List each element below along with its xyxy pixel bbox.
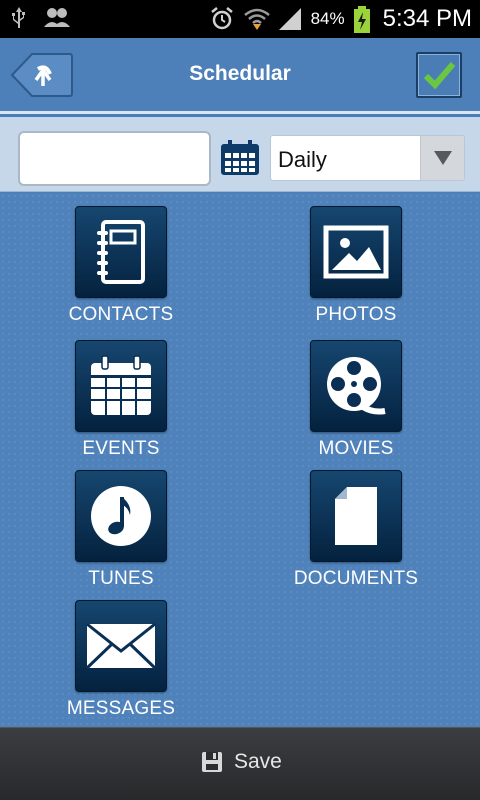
status-bar: 84% 5:34 PM (0, 0, 480, 38)
tile-label: TUNES (88, 568, 154, 589)
feature-grid: CONTACTS PHOTOS EVENTS MOVIES TUNES DOCU… (0, 193, 480, 727)
document-icon (310, 470, 402, 562)
tile-label: PHOTOS (315, 304, 397, 325)
film-reel-icon (310, 340, 402, 432)
clock: 5:34 PM (382, 5, 472, 32)
usb-icon (6, 5, 32, 31)
wifi-icon (243, 6, 270, 32)
tile-label: MESSAGES (66, 698, 176, 719)
events-calendar-icon (75, 340, 167, 432)
envelope-icon (75, 600, 167, 692)
save-label: Save (234, 750, 282, 773)
checkmark-icon (423, 62, 456, 90)
contacts-sync-icon (42, 5, 70, 31)
chevron-down-icon (434, 151, 452, 165)
page-title: Schedular (189, 62, 291, 85)
contacts-book-icon (75, 206, 167, 298)
alarm-icon (209, 6, 235, 32)
dropdown-arrow-button[interactable] (420, 136, 464, 180)
photo-icon (310, 206, 402, 298)
tile-documents[interactable]: DOCUMENTS (256, 470, 456, 590)
frequency-dropdown[interactable]: Daily (270, 135, 465, 181)
calendar-icon[interactable] (219, 139, 261, 177)
tile-label: CONTACTS (68, 304, 174, 325)
schedule-text-input[interactable] (18, 131, 211, 186)
tile-label: MOVIES (318, 438, 394, 459)
tile-messages[interactable]: MESSAGES (21, 600, 221, 720)
tile-label: EVENTS (82, 438, 160, 459)
app-header: Schedular (0, 38, 480, 114)
filter-bar: Daily (0, 117, 480, 192)
bottom-action-bar: Save (0, 727, 480, 800)
tile-tunes[interactable]: TUNES (21, 470, 221, 590)
frequency-selected-value: Daily (278, 147, 327, 172)
battery-percent: 84% (310, 9, 345, 28)
tile-events[interactable]: EVENTS (21, 340, 221, 460)
tile-label: DOCUMENTS (293, 568, 419, 589)
signal-icon (277, 6, 303, 32)
save-button[interactable]: Save (200, 750, 282, 774)
floppy-disk-icon (202, 752, 222, 772)
tile-photos[interactable]: PHOTOS (256, 206, 456, 326)
confirm-button[interactable] (416, 52, 462, 98)
tile-contacts[interactable]: CONTACTS (21, 206, 221, 326)
battery-charging-icon (353, 6, 371, 33)
music-note-icon (75, 470, 167, 562)
tile-movies[interactable]: MOVIES (256, 340, 456, 460)
